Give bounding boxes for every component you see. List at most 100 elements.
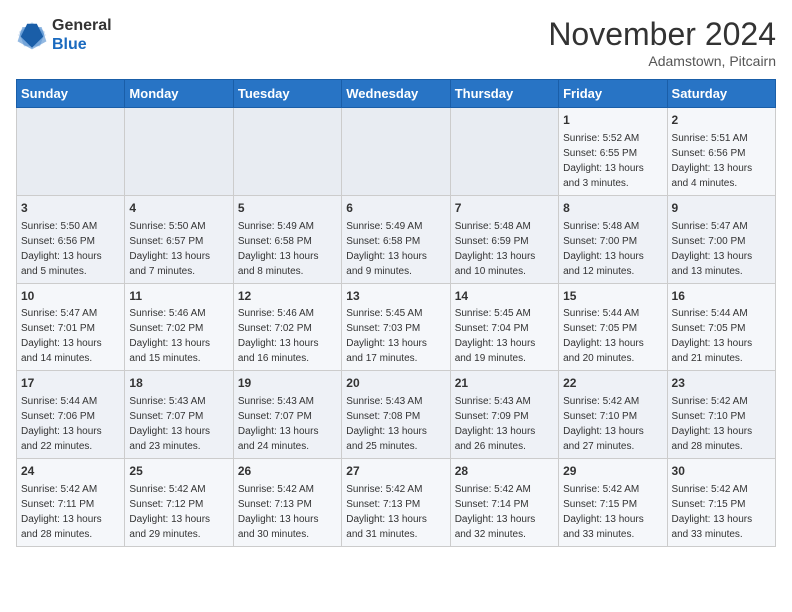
- day-number: 15: [563, 288, 662, 305]
- day-cell: 25 Sunrise: 5:42 AM Sunset: 7:12 PM Dayli…: [125, 459, 233, 547]
- day-info: Sunrise: 5:42 AM Sunset: 7:11 PM Dayligh…: [21, 482, 120, 542]
- week-row-5: 24Sunrise: 5:42 AM Sunset: 7:11 PM Dayli…: [17, 459, 776, 547]
- day-cell: 15Sunrise: 5:44 AM Sunset: 7:05 PM Dayli…: [559, 283, 667, 371]
- day-info: Sunrise: 5:48 AM Sunset: 7:00 PM Dayligh…: [563, 219, 662, 279]
- day-cell: 17Sunrise: 5:44 AM Sunset: 7:06 PM Dayli…: [17, 371, 125, 459]
- day-cell: 8 Sunrise: 5:48 AM Sunset: 7:00 PM Daylig…: [559, 195, 667, 283]
- day-info: Sunrise: 5:49 AM Sunset: 6:58 PM Dayligh…: [238, 219, 337, 279]
- week-row-3: 10Sunrise: 5:47 AM Sunset: 7:01 PM Dayli…: [17, 283, 776, 371]
- day-info: Sunrise: 5:49 AM Sunset: 6:58 PM Dayligh…: [346, 219, 445, 279]
- day-cell: 5 Sunrise: 5:49 AM Sunset: 6:58 PM Daylig…: [233, 195, 341, 283]
- page-header: General Blue November 2024 Adamstown, Pi…: [16, 16, 776, 69]
- calendar-table: SundayMondayTuesdayWednesdayThursdayFrid…: [16, 79, 776, 547]
- day-number: 23: [672, 375, 771, 392]
- day-number: 19: [238, 375, 337, 392]
- day-cell: 14Sunrise: 5:45 AM Sunset: 7:04 PM Dayli…: [450, 283, 558, 371]
- week-row-4: 17Sunrise: 5:44 AM Sunset: 7:06 PM Dayli…: [17, 371, 776, 459]
- day-cell: 3 Sunrise: 5:50 AM Sunset: 6:56 PM Daylig…: [17, 195, 125, 283]
- day-cell: 4 Sunrise: 5:50 AM Sunset: 6:57 PM Daylig…: [125, 195, 233, 283]
- logo: General Blue: [16, 16, 112, 54]
- day-info: Sunrise: 5:45 AM Sunset: 7:03 PM Dayligh…: [346, 306, 445, 366]
- day-number: 10: [21, 288, 120, 305]
- day-info: Sunrise: 5:48 AM Sunset: 6:59 PM Dayligh…: [455, 219, 554, 279]
- day-cell: 27 Sunrise: 5:42 AM Sunset: 7:13 PM Dayli…: [342, 459, 450, 547]
- day-info: Sunrise: 5:42 AM Sunset: 7:13 PM Dayligh…: [238, 482, 337, 542]
- logo-icon: [16, 19, 48, 51]
- day-info: Sunrise: 5:43 AM Sunset: 7:07 PM Dayligh…: [238, 394, 337, 454]
- day-cell: [233, 108, 341, 196]
- day-info: Sunrise: 5:42 AM Sunset: 7:13 PM Dayligh…: [346, 482, 445, 542]
- logo-text: General Blue: [52, 16, 112, 54]
- day-cell: 11Sunrise: 5:46 AM Sunset: 7:02 PM Dayli…: [125, 283, 233, 371]
- day-info: Sunrise: 5:42 AM Sunset: 7:15 PM Dayligh…: [563, 482, 662, 542]
- day-cell: 9Sunrise: 5:47 AM Sunset: 7:00 PM Daylig…: [667, 195, 775, 283]
- day-number: 20: [346, 375, 445, 392]
- week-row-1: 1 Sunrise: 5:52 AM Sunset: 6:55 PM Daylig…: [17, 108, 776, 196]
- day-info: Sunrise: 5:50 AM Sunset: 6:57 PM Dayligh…: [129, 219, 228, 279]
- day-info: Sunrise: 5:44 AM Sunset: 7:05 PM Dayligh…: [563, 306, 662, 366]
- day-info: Sunrise: 5:43 AM Sunset: 7:09 PM Dayligh…: [455, 394, 554, 454]
- day-cell: 10Sunrise: 5:47 AM Sunset: 7:01 PM Dayli…: [17, 283, 125, 371]
- day-number: 5: [238, 200, 337, 217]
- day-number: 3: [21, 200, 120, 217]
- day-info: Sunrise: 5:52 AM Sunset: 6:55 PM Dayligh…: [563, 131, 662, 191]
- day-cell: 19 Sunrise: 5:43 AM Sunset: 7:07 PM Dayli…: [233, 371, 341, 459]
- day-cell: 12Sunrise: 5:46 AM Sunset: 7:02 PM Dayli…: [233, 283, 341, 371]
- day-header-wednesday: Wednesday: [342, 80, 450, 108]
- day-info: Sunrise: 5:46 AM Sunset: 7:02 PM Dayligh…: [129, 306, 228, 366]
- day-cell: [342, 108, 450, 196]
- day-info: Sunrise: 5:42 AM Sunset: 7:14 PM Dayligh…: [455, 482, 554, 542]
- day-cell: 22Sunrise: 5:42 AM Sunset: 7:10 PM Dayli…: [559, 371, 667, 459]
- header-row: SundayMondayTuesdayWednesdayThursdayFrid…: [17, 80, 776, 108]
- day-info: Sunrise: 5:42 AM Sunset: 7:10 PM Dayligh…: [672, 394, 771, 454]
- day-header-friday: Friday: [559, 80, 667, 108]
- title-block: November 2024 Adamstown, Pitcairn: [548, 16, 776, 69]
- day-header-monday: Monday: [125, 80, 233, 108]
- day-info: Sunrise: 5:42 AM Sunset: 7:15 PM Dayligh…: [672, 482, 771, 542]
- day-header-thursday: Thursday: [450, 80, 558, 108]
- day-number: 16: [672, 288, 771, 305]
- day-cell: 18Sunrise: 5:43 AM Sunset: 7:07 PM Dayli…: [125, 371, 233, 459]
- day-info: Sunrise: 5:47 AM Sunset: 7:01 PM Dayligh…: [21, 306, 120, 366]
- day-number: 30: [672, 463, 771, 480]
- day-cell: [17, 108, 125, 196]
- day-number: 18: [129, 375, 228, 392]
- week-row-2: 3 Sunrise: 5:50 AM Sunset: 6:56 PM Daylig…: [17, 195, 776, 283]
- day-info: Sunrise: 5:50 AM Sunset: 6:56 PM Dayligh…: [21, 219, 120, 279]
- day-info: Sunrise: 5:42 AM Sunset: 7:12 PM Dayligh…: [129, 482, 228, 542]
- day-number: 13: [346, 288, 445, 305]
- day-number: 11: [129, 288, 228, 305]
- day-cell: 16Sunrise: 5:44 AM Sunset: 7:05 PM Dayli…: [667, 283, 775, 371]
- calendar-header: SundayMondayTuesdayWednesdayThursdayFrid…: [17, 80, 776, 108]
- day-number: 7: [455, 200, 554, 217]
- month-title: November 2024: [548, 16, 776, 53]
- day-number: 26: [238, 463, 337, 480]
- day-number: 1: [563, 112, 662, 129]
- day-number: 14: [455, 288, 554, 305]
- day-number: 2: [672, 112, 771, 129]
- day-header-saturday: Saturday: [667, 80, 775, 108]
- day-number: 6: [346, 200, 445, 217]
- day-number: 8: [563, 200, 662, 217]
- day-number: 27: [346, 463, 445, 480]
- day-cell: 20Sunrise: 5:43 AM Sunset: 7:08 PM Dayli…: [342, 371, 450, 459]
- day-number: 9: [672, 200, 771, 217]
- day-cell: 24Sunrise: 5:42 AM Sunset: 7:11 PM Dayli…: [17, 459, 125, 547]
- day-number: 4: [129, 200, 228, 217]
- day-cell: 7 Sunrise: 5:48 AM Sunset: 6:59 PM Daylig…: [450, 195, 558, 283]
- calendar-body: 1 Sunrise: 5:52 AM Sunset: 6:55 PM Daylig…: [17, 108, 776, 547]
- day-number: 25: [129, 463, 228, 480]
- day-cell: [125, 108, 233, 196]
- day-cell: 23 Sunrise: 5:42 AM Sunset: 7:10 PM Dayli…: [667, 371, 775, 459]
- day-number: 17: [21, 375, 120, 392]
- day-number: 22: [563, 375, 662, 392]
- day-cell: 13Sunrise: 5:45 AM Sunset: 7:03 PM Dayli…: [342, 283, 450, 371]
- day-header-sunday: Sunday: [17, 80, 125, 108]
- day-info: Sunrise: 5:44 AM Sunset: 7:05 PM Dayligh…: [672, 306, 771, 366]
- day-number: 29: [563, 463, 662, 480]
- day-cell: [450, 108, 558, 196]
- day-cell: 1 Sunrise: 5:52 AM Sunset: 6:55 PM Daylig…: [559, 108, 667, 196]
- day-number: 12: [238, 288, 337, 305]
- day-cell: 26 Sunrise: 5:42 AM Sunset: 7:13 PM Dayli…: [233, 459, 341, 547]
- day-info: Sunrise: 5:46 AM Sunset: 7:02 PM Dayligh…: [238, 306, 337, 366]
